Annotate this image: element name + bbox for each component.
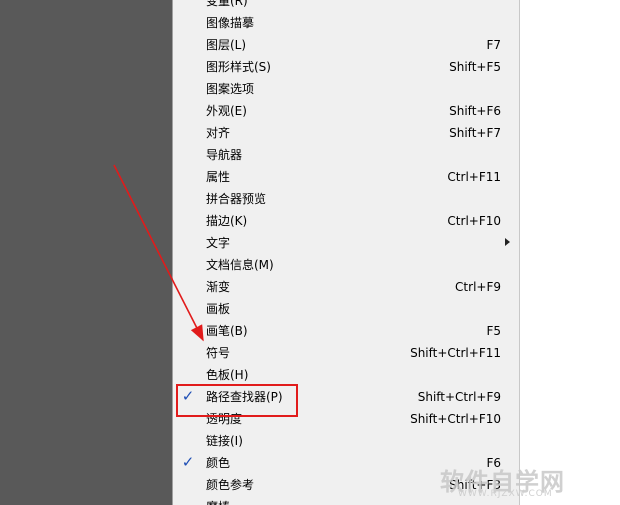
annotation-highlight-box (176, 384, 298, 417)
watermark-subtext: WWW.RJZXW.COM (458, 489, 553, 499)
annotation-arrow (113, 164, 204, 342)
